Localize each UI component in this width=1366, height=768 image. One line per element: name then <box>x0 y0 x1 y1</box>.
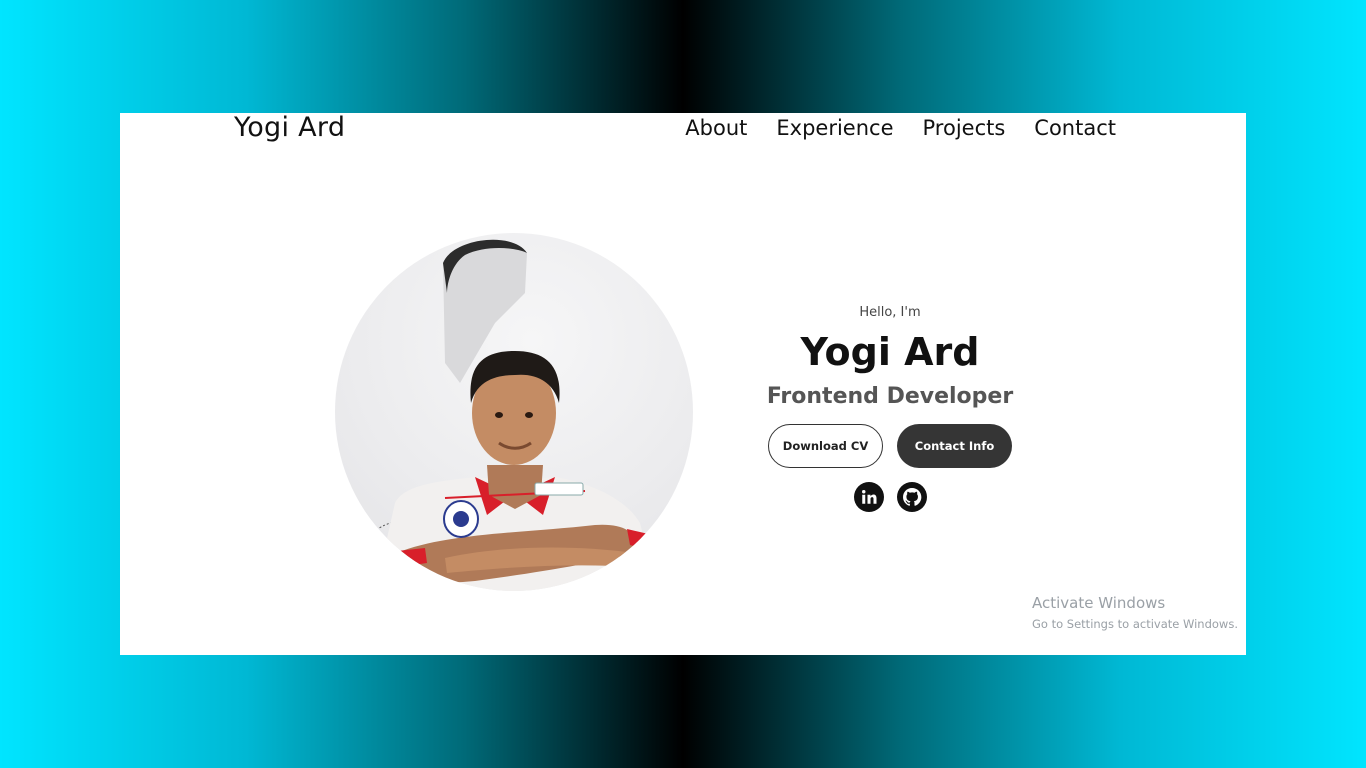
nav-item-projects: Projects <box>923 113 1006 143</box>
nav-item-about: About <box>685 113 747 143</box>
social-links <box>740 482 1040 512</box>
hero-name: Yogi Ard <box>800 330 980 374</box>
nav-item-experience: Experience <box>776 113 893 143</box>
github-glyph <box>902 488 921 506</box>
linkedin-icon[interactable] <box>853 482 884 512</box>
nav-link-about[interactable]: About <box>685 116 747 140</box>
main-nav: About Experience Projects Contact <box>685 113 1116 143</box>
profile-photo <box>335 233 693 591</box>
profile-illustration <box>350 239 657 591</box>
hero-role: Frontend Developer <box>766 384 1014 409</box>
watermark-title: Activate Windows <box>1032 594 1166 612</box>
hero-intro: Hello, I'm Yogi Ard Frontend Developer D… <box>740 301 1040 512</box>
github-icon[interactable] <box>896 482 927 512</box>
watermark-subtitle: Go to Settings to activate Windows. <box>1032 617 1238 631</box>
hero-greeting: Hello, I'm <box>859 305 921 320</box>
site-logo[interactable]: Yogi Ard <box>234 113 345 143</box>
nav-link-projects[interactable]: Projects <box>923 116 1006 140</box>
portfolio-page: Yogi Ard About Experience Projects Conta… <box>120 113 1246 655</box>
download-cv-button[interactable]: Download CV <box>768 424 883 468</box>
hero-buttons: Download CV Contact Info <box>740 424 1040 468</box>
linkedin-glyph <box>861 490 876 504</box>
contact-info-button[interactable]: Contact Info <box>897 424 1012 468</box>
windows-activation-watermark: Activate Windows Go to Settings to activ… <box>1032 593 1238 635</box>
nav-item-contact: Contact <box>1034 113 1116 143</box>
nav-link-contact[interactable]: Contact <box>1034 116 1116 140</box>
nav-link-experience[interactable]: Experience <box>776 116 893 140</box>
